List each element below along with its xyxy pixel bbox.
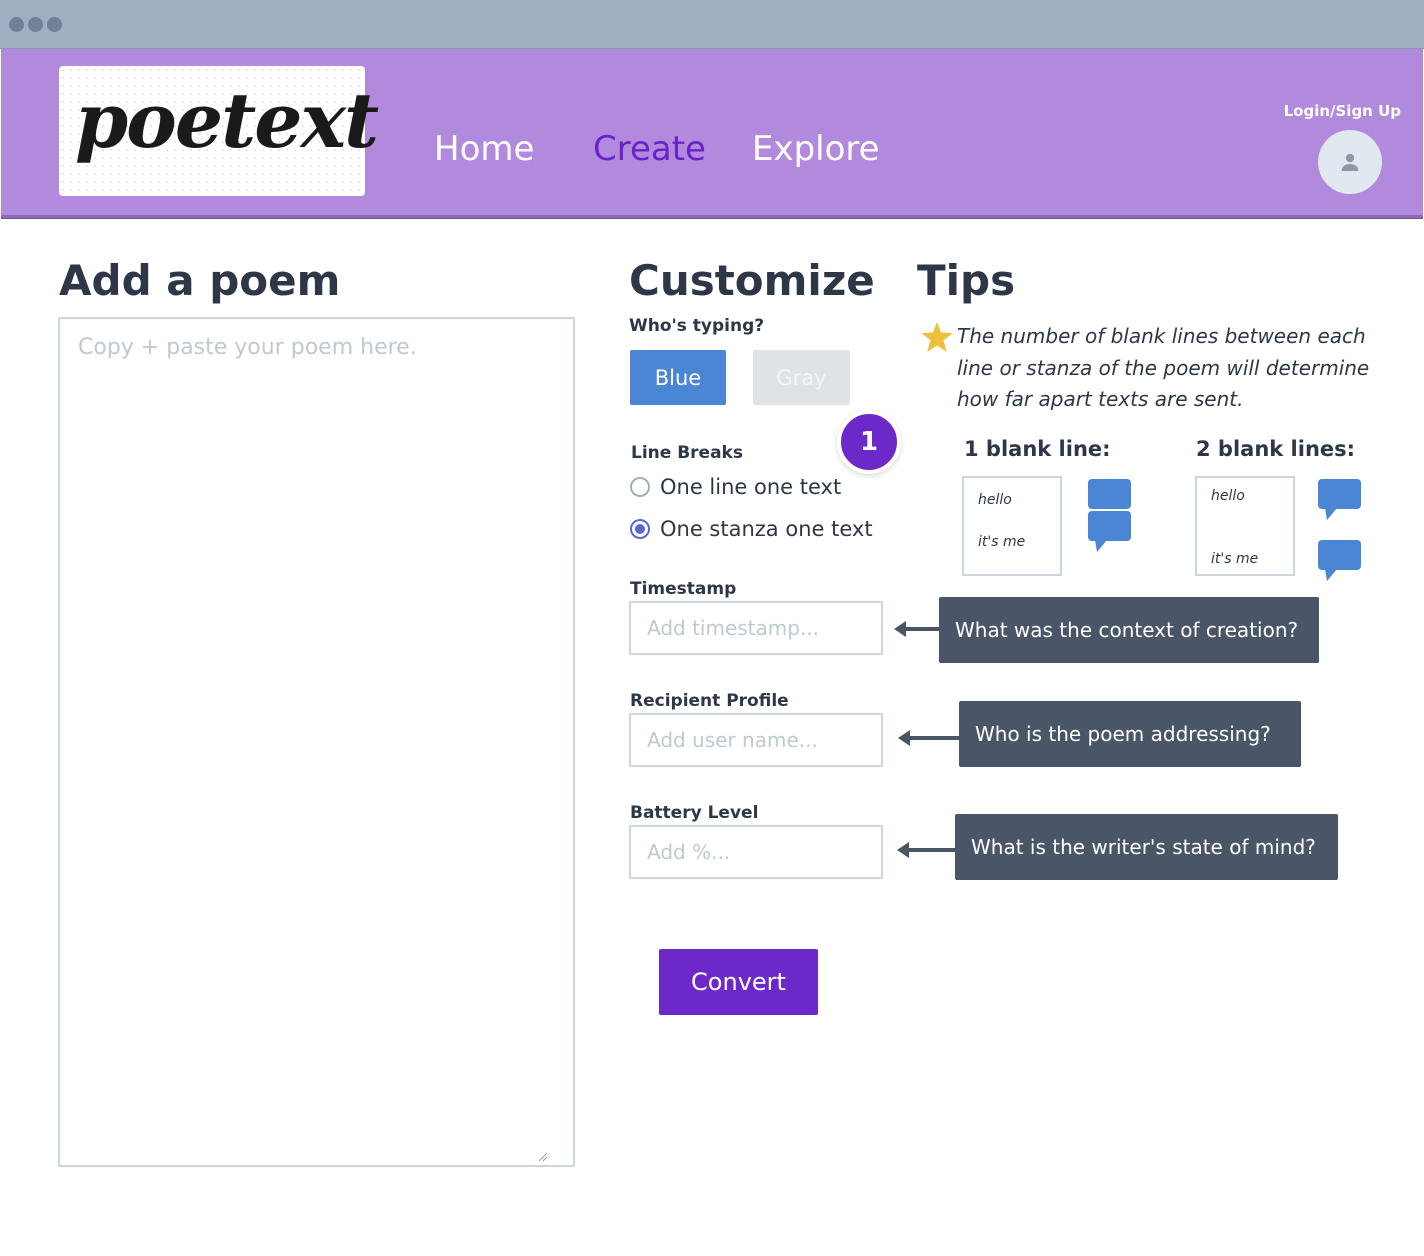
star-icon — [921, 322, 953, 352]
logo[interactable]: poetext — [59, 66, 379, 196]
battery-level-label: Battery Level — [630, 803, 759, 823]
window-close-dot[interactable] — [9, 17, 24, 32]
avatar[interactable] — [1318, 130, 1382, 194]
add-poem-heading: Add a poem — [59, 256, 341, 305]
example-two-preview: hello it's me — [1195, 476, 1295, 576]
two-blank-lines-label: 2 blank lines: — [1196, 437, 1356, 461]
one-blank-line-label: 1 blank line: — [964, 437, 1111, 461]
resize-handle-icon[interactable] — [538, 1152, 548, 1162]
radio-button-selected[interactable] — [630, 519, 650, 539]
battery-input[interactable] — [629, 825, 883, 879]
tip-text: The number of blank lines between each l… — [957, 324, 1370, 411]
message-bubbles-icon — [1088, 479, 1131, 552]
timestamp-label: Timestamp — [630, 579, 737, 599]
user-icon — [1341, 153, 1359, 171]
window-title-bar — [0, 0, 1424, 49]
example-one-preview: hello it's me — [962, 476, 1062, 576]
arrow-left-icon — [898, 730, 960, 746]
nav-create-link[interactable]: Create — [593, 129, 706, 169]
customize-heading: Customize — [629, 256, 875, 305]
radio-button[interactable] — [630, 477, 650, 497]
callout-state-of-mind: What is the writer's state of mind? — [955, 814, 1338, 880]
example-line: hello — [1211, 488, 1245, 504]
nav-explore-link[interactable]: Explore — [752, 129, 880, 169]
window-maximize-dot[interactable] — [47, 17, 62, 32]
arrow-left-icon — [897, 842, 956, 858]
radio-label: One stanza one text — [660, 517, 873, 541]
example-line: it's me — [978, 534, 1026, 550]
line-breaks-label: Line Breaks — [631, 443, 743, 463]
radio-label: One line one text — [660, 475, 842, 499]
example-line: hello — [978, 492, 1012, 508]
whos-typing-label: Who's typing? — [629, 316, 765, 336]
tips-heading: Tips — [917, 256, 1016, 305]
message-bubble-icon — [1318, 540, 1361, 581]
recipient-input[interactable] — [629, 713, 883, 767]
convert-button[interactable]: Convert — [659, 949, 818, 1015]
radio-one-line-one-text[interactable]: One line one text — [630, 475, 841, 499]
nav-home-link[interactable]: Home — [434, 129, 534, 169]
recipient-profile-label: Recipient Profile — [630, 691, 789, 711]
step-badge: 1 — [837, 410, 901, 474]
site-header: poetext Home Create Explore Login/Sign U… — [1, 49, 1423, 218]
poem-textarea[interactable] — [58, 317, 575, 1167]
radio-one-stanza-one-text[interactable]: One stanza one text — [630, 517, 873, 541]
callout-recipient: Who is the poem addressing? — [959, 701, 1301, 767]
message-bubble-icon — [1318, 479, 1361, 520]
window-minimize-dot[interactable] — [28, 17, 43, 32]
example-line: it's me — [1211, 551, 1259, 567]
callout-context: What was the context of creation? — [939, 597, 1319, 663]
gray-button[interactable]: Gray — [753, 350, 850, 405]
timestamp-input[interactable] — [629, 601, 883, 655]
logo-text: poetext — [75, 76, 379, 165]
login-signup-link[interactable]: Login/Sign Up — [1284, 102, 1401, 120]
blue-button[interactable]: Blue — [630, 350, 726, 405]
arrow-left-icon — [894, 621, 940, 637]
